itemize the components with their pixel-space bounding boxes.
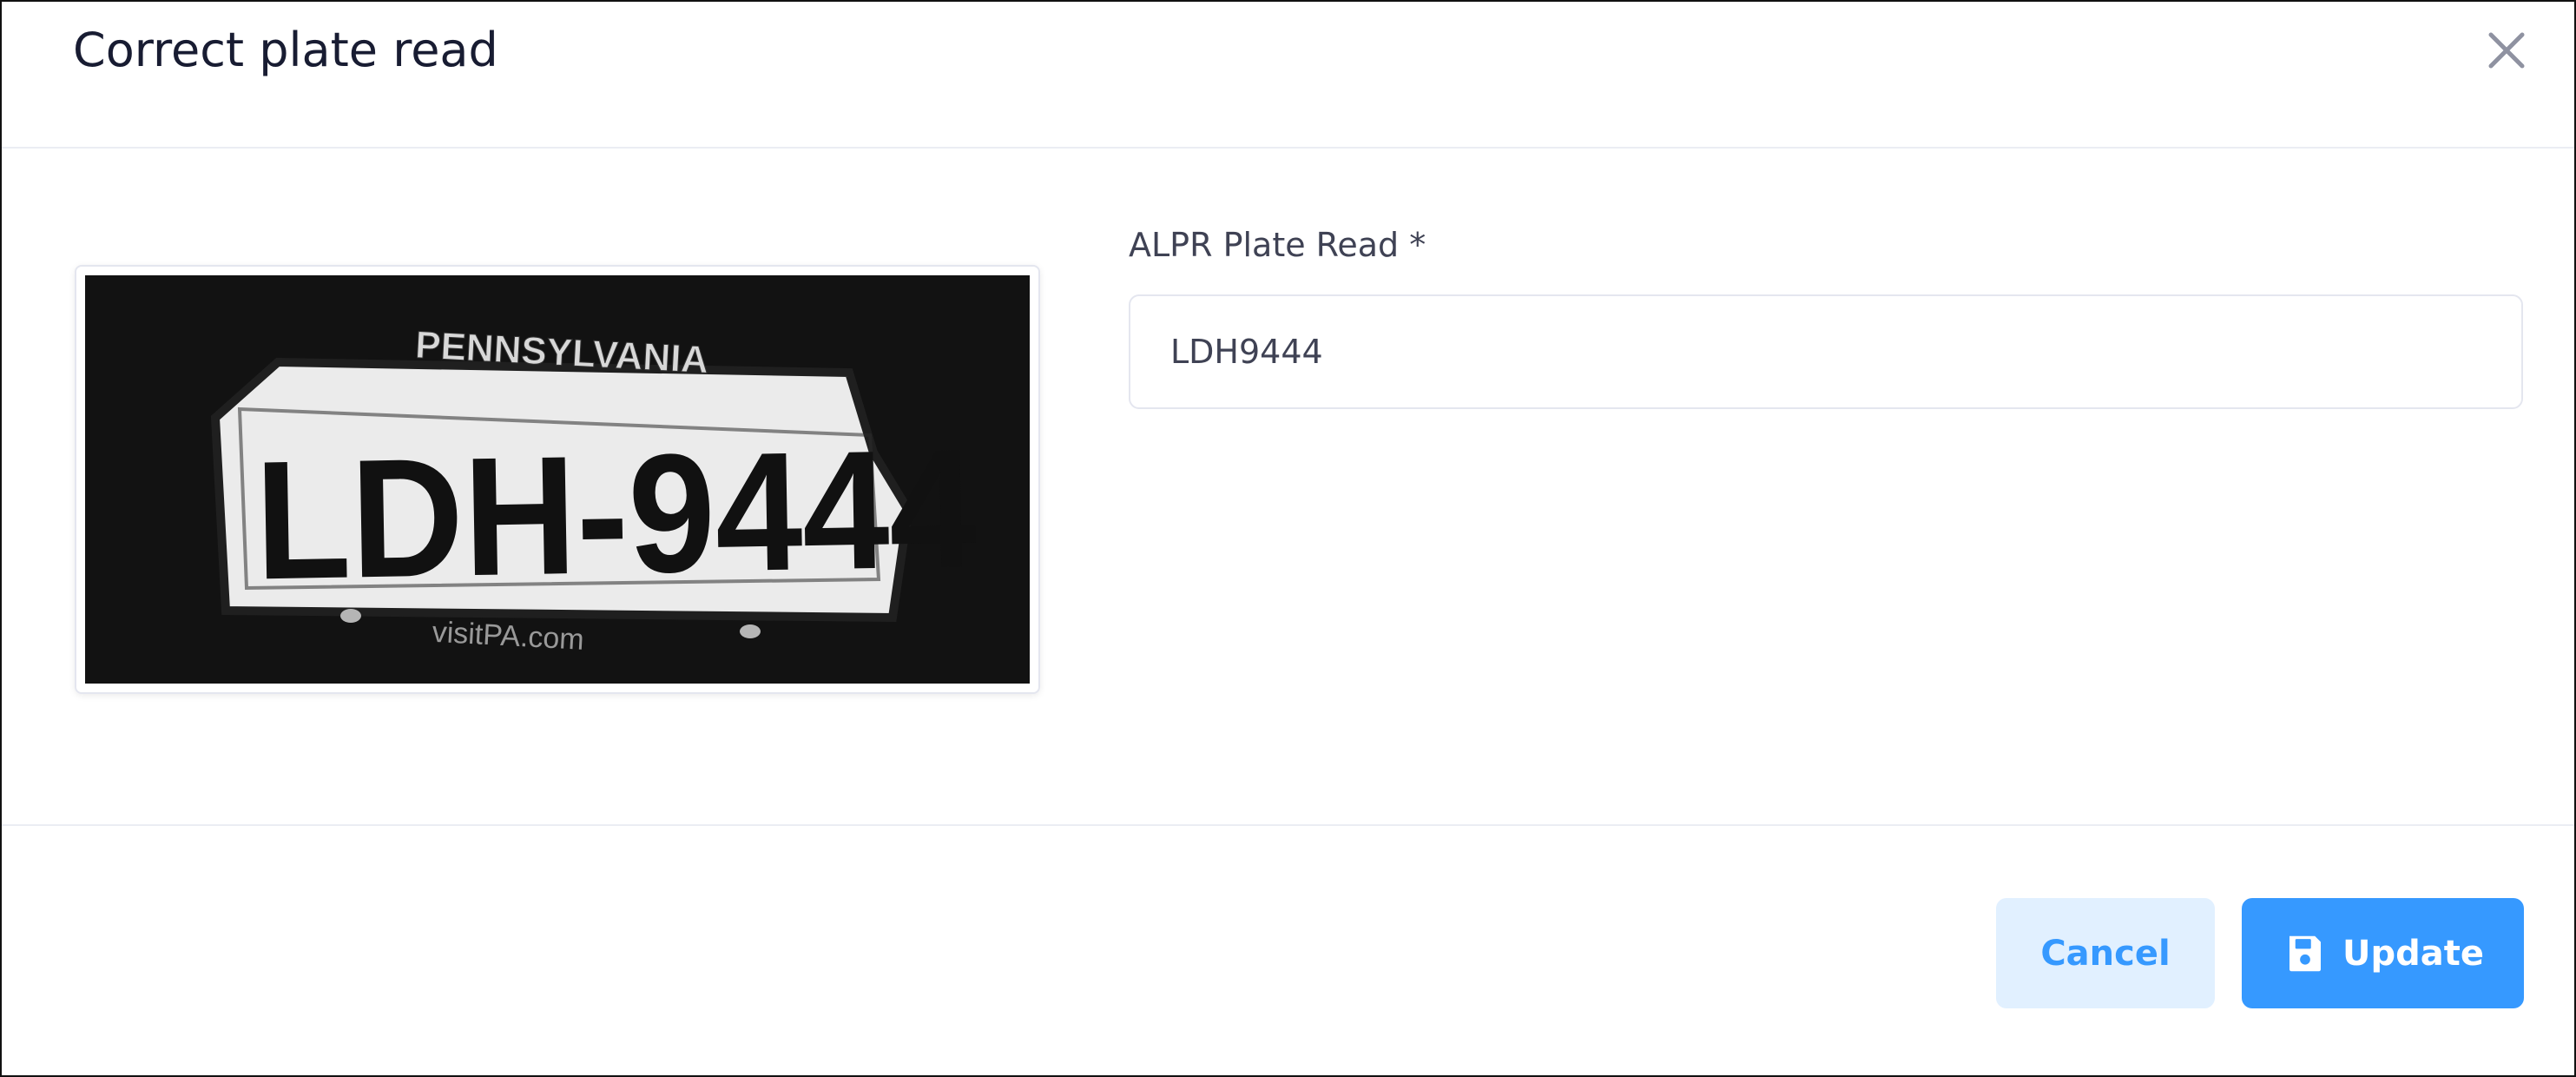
cancel-button[interactable]: Cancel: [1996, 898, 2215, 1008]
save-icon: [2289, 935, 2321, 971]
update-label: Update: [2342, 933, 2484, 974]
modal-header: Correct plate read: [2, 2, 2574, 149]
license-plate-image: PENNSYLVANIA LDH-9444 visitPA.com: [85, 275, 1030, 684]
plate-number-text: LDH-9444: [254, 413, 978, 615]
correct-plate-modal: Correct plate read PENNSYLVANIA LDH-9444…: [0, 0, 2576, 1077]
modal-body: PENNSYLVANIA LDH-9444 visitPA.com ALPR P…: [2, 149, 2574, 826]
alpr-plate-read-input[interactable]: [1129, 294, 2523, 409]
modal-footer: Cancel Update: [2, 826, 2574, 1075]
update-button[interactable]: Update: [2242, 898, 2524, 1008]
close-button[interactable]: [2479, 23, 2534, 78]
plate-image-card: PENNSYLVANIA LDH-9444 visitPA.com: [75, 265, 1040, 694]
modal-title: Correct plate read: [73, 23, 498, 77]
close-icon: [2488, 32, 2525, 69]
alpr-plate-read-label: ALPR Plate Read *: [1129, 226, 1426, 264]
